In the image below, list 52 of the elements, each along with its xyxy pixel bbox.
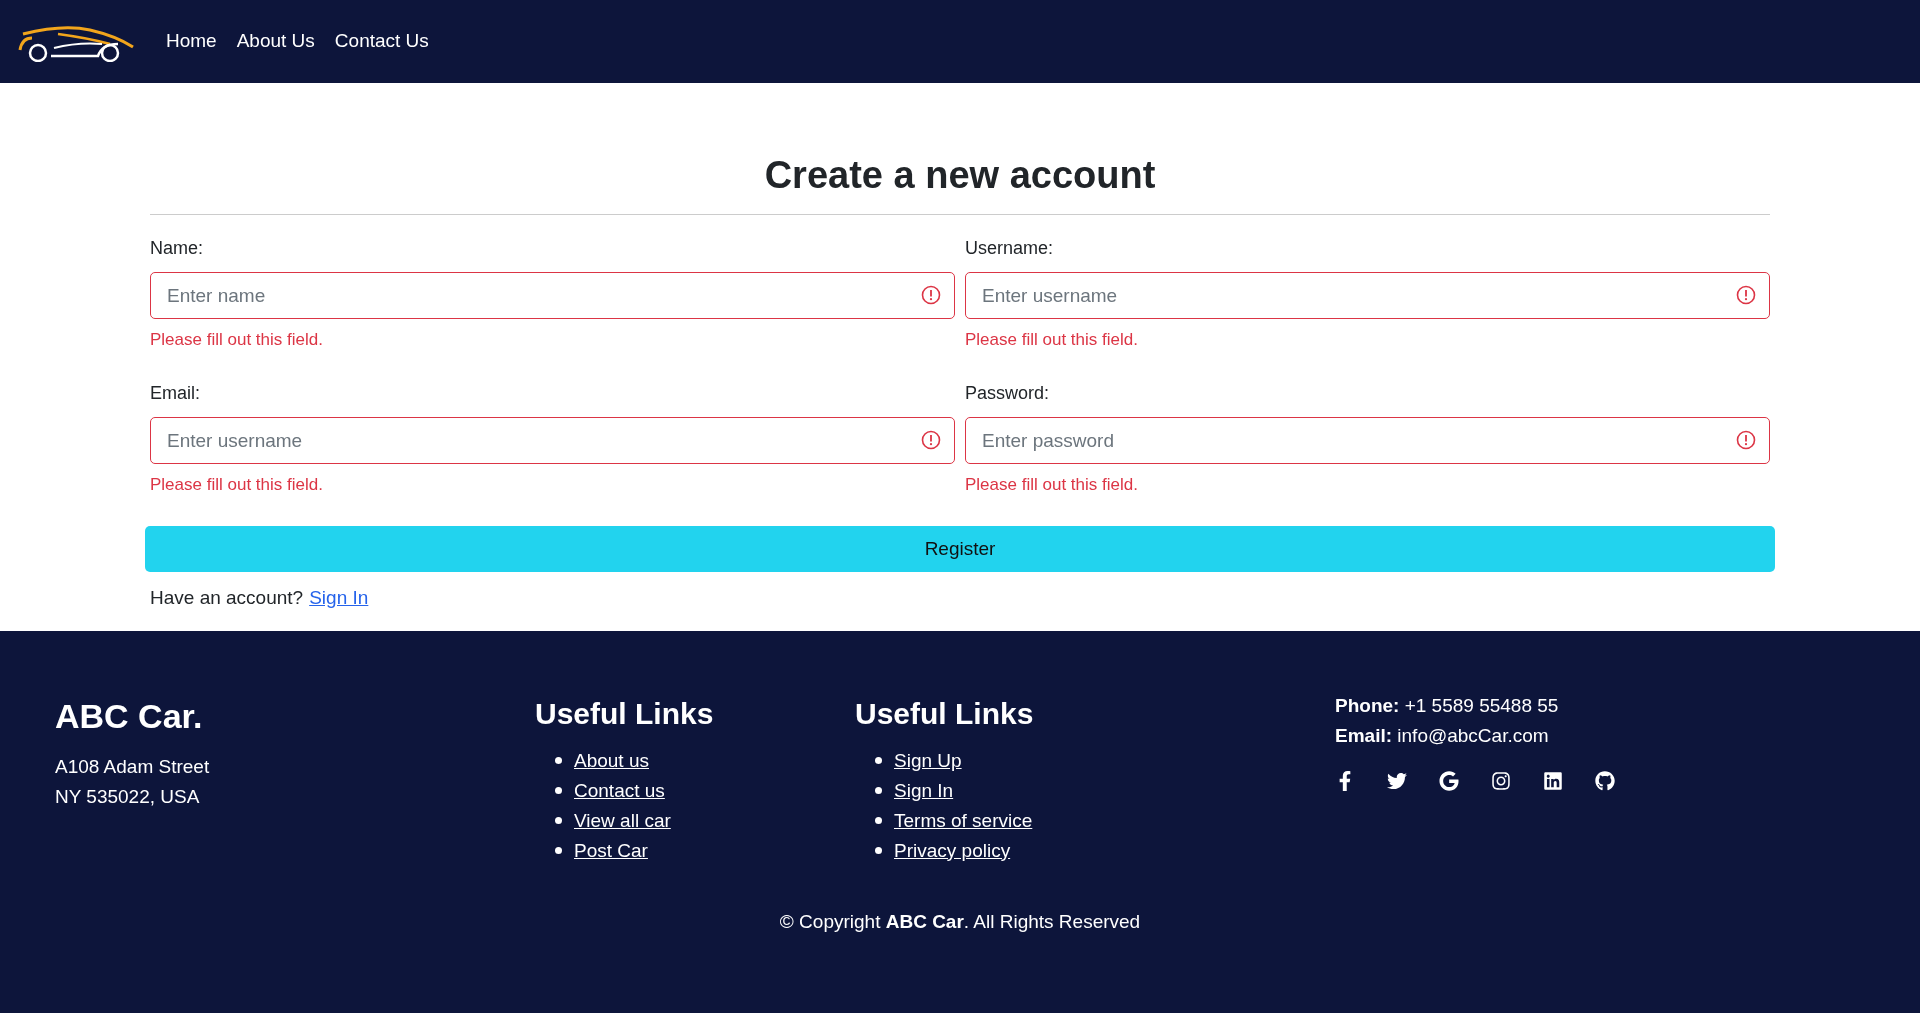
- error-message: Please fill out this field.: [965, 330, 1138, 349]
- footer-link[interactable]: Sign Up: [894, 745, 962, 776]
- footer-link[interactable]: Sign In: [894, 775, 954, 806]
- bullet-icon: [555, 787, 562, 794]
- page-title: Create a new account: [764, 153, 1156, 198]
- address-line: A108 Adam Street: [55, 754, 211, 779]
- copyright-text: © Copyright ABC Car. All Rights Reserved: [779, 909, 1141, 934]
- github-icon[interactable]: [1595, 770, 1615, 791]
- warning-icon: [1736, 285, 1756, 305]
- bullet-icon: [875, 787, 882, 794]
- footer-brand: ABC Car.: [55, 695, 204, 737]
- google-icon[interactable]: [1439, 770, 1459, 791]
- bullet-icon: [555, 847, 562, 854]
- warning-icon: [1736, 430, 1756, 450]
- warning-icon: [921, 285, 941, 305]
- bullet-icon: [875, 847, 882, 854]
- error-message: Please fill out this field.: [150, 475, 323, 494]
- field-label: Name:: [150, 237, 203, 260]
- footer-link[interactable]: Post Car: [574, 835, 648, 866]
- contact-line: Phone: +1 5589 55488 55: [1335, 693, 1560, 718]
- signin-prompt: Have an account?: [150, 586, 304, 610]
- nav-link[interactable]: About Us: [236, 27, 315, 56]
- instagram-icon[interactable]: [1491, 770, 1511, 791]
- bullet-icon: [555, 757, 562, 764]
- footer-link[interactable]: View all car: [574, 805, 671, 836]
- error-message: Please fill out this field.: [150, 330, 323, 349]
- bullet-icon: [875, 817, 882, 824]
- register-button[interactable]: Register: [145, 526, 1775, 572]
- address-line: NY 535022, USA: [55, 784, 201, 809]
- text-field[interactable]: Enter password: [965, 417, 1770, 464]
- text-field[interactable]: Enter username: [965, 272, 1770, 319]
- field-label: Password:: [965, 382, 1050, 405]
- nav-link[interactable]: Home: [166, 27, 217, 56]
- text-field[interactable]: Enter name: [150, 272, 955, 319]
- bullet-icon: [555, 817, 562, 824]
- footer-heading: Useful Links: [855, 695, 1035, 732]
- linkedin-icon[interactable]: [1543, 770, 1563, 791]
- twitter-icon[interactable]: [1387, 770, 1407, 791]
- bullet-icon: [875, 757, 882, 764]
- footer-heading: Useful Links: [535, 695, 715, 732]
- field-label: Email:: [150, 382, 200, 405]
- footer-link[interactable]: Contact us: [574, 775, 665, 806]
- warning-icon: [921, 430, 941, 450]
- contact-line: Email: info@abcCar.com: [1335, 723, 1550, 748]
- nav-link[interactable]: Contact Us: [334, 27, 429, 56]
- footer-link[interactable]: Terms of service: [894, 805, 1033, 836]
- footer-link[interactable]: About us: [574, 745, 649, 776]
- text-field[interactable]: Enter username: [150, 417, 955, 464]
- error-message: Please fill out this field.: [965, 475, 1138, 494]
- field-label: Username:: [965, 237, 1054, 260]
- signin-link[interactable]: Sign In: [309, 584, 369, 613]
- footer-link[interactable]: Privacy policy: [894, 835, 1011, 866]
